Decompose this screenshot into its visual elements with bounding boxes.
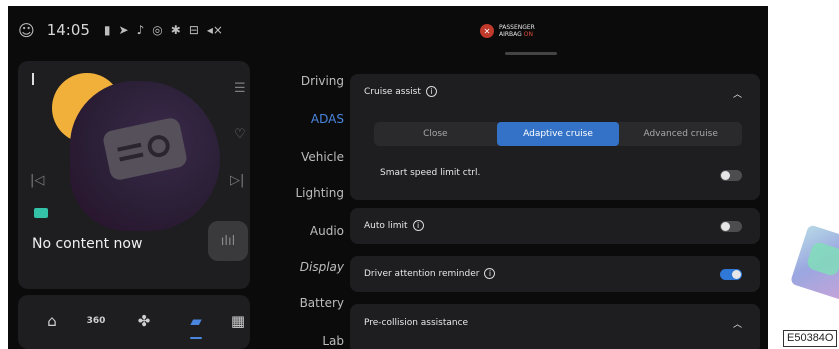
source-badge-icon[interactable] <box>34 208 48 218</box>
mic-icon: ♪ <box>136 23 145 37</box>
cruise-assist-header[interactable]: Cruise assist i <box>364 86 437 97</box>
avatar-icon[interactable]: ☺ <box>18 21 35 40</box>
smart-speed-label: Smart speed limit ctrl. <box>380 168 481 178</box>
airbag-state: ON <box>523 31 533 38</box>
auto-limit-panel: Auto limit i <box>350 208 760 244</box>
passenger-airbag-indicator: ✕ PASSENGER AIRBAG ON <box>480 24 535 38</box>
menu-item-battery[interactable]: Battery <box>300 296 344 310</box>
navigation-icon: ➤ <box>118 23 129 37</box>
chevron-up-icon[interactable]: ︿ <box>733 317 742 330</box>
lock-icon: ⊟ <box>188 23 199 37</box>
driver-attention-header: Driver attention reminder i <box>364 268 496 279</box>
decorative-cube <box>789 224 839 302</box>
auto-limit-header: Auto limit i <box>364 220 424 231</box>
menu-item-adas[interactable]: ADAS <box>311 112 344 126</box>
menu-item-driving[interactable]: Driving <box>301 74 344 88</box>
airbag-line2: AIRBAG <box>499 31 522 38</box>
chevron-up-icon[interactable]: ︿ <box>733 87 742 100</box>
menu-item-vehicle[interactable]: Vehicle <box>301 150 344 164</box>
waveform-button[interactable]: ılıl <box>208 221 248 261</box>
cruise-option-adaptive[interactable]: Adaptive cruise <box>496 122 620 146</box>
playlist-icon[interactable]: ☰ <box>234 81 246 96</box>
alert-marker <box>32 73 34 85</box>
driver-attention-panel: Driver attention reminder i <box>350 256 760 292</box>
smart-speed-toggle[interactable] <box>720 170 742 181</box>
reference-code: E50384O <box>783 330 838 347</box>
driver-attention-toggle[interactable] <box>720 269 742 280</box>
status-bar: ☺ 14:05 ▮ ➤ ♪ ◎ ✱ ⊟ ◂× <box>18 18 223 42</box>
menu-item-audio[interactable]: Audio <box>310 224 344 238</box>
info-icon[interactable]: i <box>484 268 496 279</box>
info-icon[interactable]: i <box>425 86 437 97</box>
menu-item-lighting[interactable]: Lighting <box>295 186 344 200</box>
auto-limit-toggle[interactable] <box>720 221 742 232</box>
next-icon[interactable]: ▷| <box>230 173 244 188</box>
clock: 14:05 <box>46 21 90 39</box>
cruise-assist-panel: Cruise assist i ︿ Close Adaptive cruise … <box>350 74 760 200</box>
drag-handle[interactable] <box>505 52 557 55</box>
hotspot-icon: ◎ <box>152 23 163 37</box>
home-icon[interactable]: ⌂ <box>38 309 66 333</box>
previous-icon[interactable]: |◁ <box>30 173 44 188</box>
camera-360-icon[interactable]: 360 <box>82 309 110 333</box>
cruise-option-advanced[interactable]: Advanced cruise <box>619 122 742 146</box>
airbag-icon: ✕ <box>480 24 494 38</box>
infotainment-screen: ☺ 14:05 ▮ ➤ ♪ ◎ ✱ ⊟ ◂× ✕ PASSENGER AIRBA… <box>8 6 768 349</box>
bluetooth-icon: ✱ <box>170 23 181 37</box>
auto-limit-label: Auto limit <box>364 220 408 231</box>
pre-collision-label[interactable]: Pre-collision assistance <box>364 318 468 328</box>
media-card[interactable]: ☰ ♡ |◁ ▷| No content now ılıl <box>18 61 250 289</box>
apps-icon[interactable]: ▦ <box>224 309 252 333</box>
active-indicator <box>190 337 202 339</box>
signal-icon: ▮ <box>103 23 111 37</box>
driver-attention-label: Driver attention reminder <box>364 268 480 279</box>
cruise-option-close[interactable]: Close <box>374 122 497 146</box>
menu-item-display[interactable]: Display <box>300 260 344 274</box>
app-dock: ⌂ 360 ✤ ▰ ▦ <box>18 295 250 349</box>
empty-media-text: No content now <box>32 236 143 252</box>
car-icon[interactable]: ▰ <box>182 309 210 333</box>
info-icon[interactable]: i <box>412 220 424 231</box>
favorite-icon[interactable]: ♡ <box>234 127 246 142</box>
mute-icon: ◂× <box>206 23 223 37</box>
airbag-line1: PASSENGER <box>499 24 535 31</box>
fan-icon[interactable]: ✤ <box>130 309 158 333</box>
cruise-mode-selector: Close Adaptive cruise Advanced cruise <box>374 122 742 146</box>
menu-item-lab[interactable]: Lab <box>322 334 344 348</box>
pre-collision-panel: Pre-collision assistance ︿ <box>350 304 760 349</box>
cruise-assist-label: Cruise assist <box>364 86 421 97</box>
